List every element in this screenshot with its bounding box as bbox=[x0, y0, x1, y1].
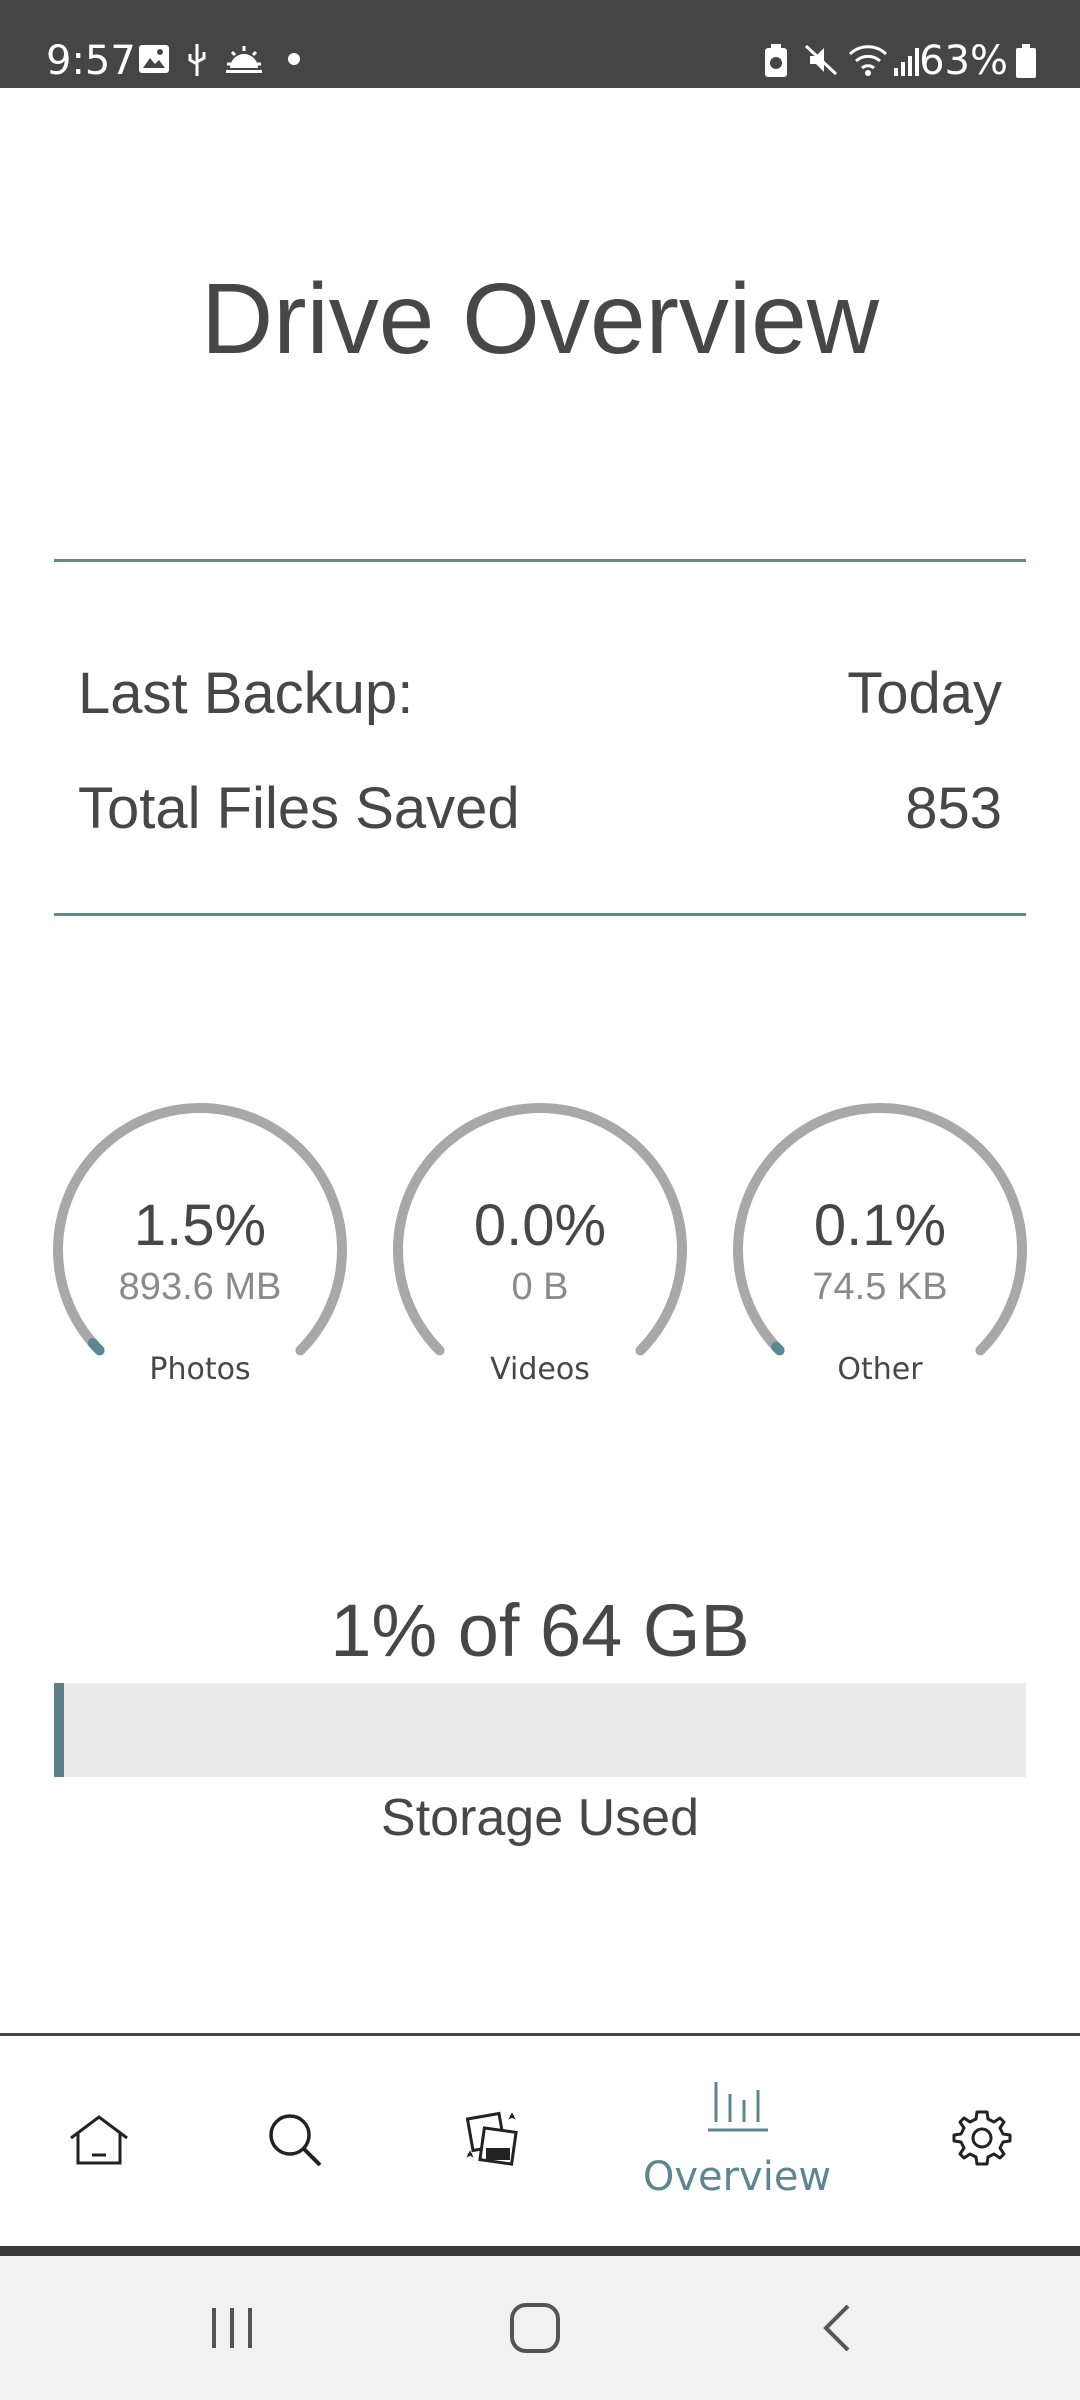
other-gauge-size: 74.5 KB bbox=[812, 1266, 948, 1308]
photos-gauge-label: Photos bbox=[149, 1352, 251, 1387]
videos-gauge: 0.0% 0 B Videos bbox=[390, 1100, 690, 1390]
bottom-divider bbox=[54, 913, 1026, 916]
battery-saver-icon bbox=[765, 44, 787, 77]
image-icon bbox=[139, 45, 169, 73]
top-divider bbox=[54, 559, 1026, 562]
gear-icon bbox=[952, 2110, 1012, 2166]
videos-gauge-percent: 0.0% bbox=[473, 1193, 607, 1258]
last-backup-label: Last Backup: bbox=[78, 661, 414, 726]
battery-icon bbox=[1016, 44, 1036, 78]
back-button[interactable] bbox=[757, 2256, 917, 2400]
photos-gauge-percent: 1.5% bbox=[133, 1193, 267, 1258]
bar-chart-icon bbox=[708, 2082, 768, 2132]
storage-summary: 1% of 64 GB bbox=[330, 1589, 750, 1672]
photos-gauge: 1.5% 893.6 MB Photos bbox=[50, 1100, 350, 1390]
home-icon bbox=[70, 2115, 128, 2165]
search-icon bbox=[269, 2114, 322, 2167]
nav-search[interactable] bbox=[196, 2036, 396, 2248]
recent-apps-icon bbox=[212, 2308, 252, 2348]
storage-progress-bar bbox=[54, 1683, 1026, 1777]
nav-settings[interactable] bbox=[882, 2036, 1080, 2248]
nav-photos[interactable] bbox=[392, 2036, 592, 2248]
home-button[interactable] bbox=[455, 2256, 615, 2400]
status-bar: 9:57 63% bbox=[0, 0, 1080, 88]
recent-apps-button[interactable] bbox=[152, 2256, 312, 2400]
mute-icon bbox=[804, 44, 838, 76]
dot-icon bbox=[288, 53, 300, 65]
usb-icon bbox=[188, 44, 206, 76]
other-gauge: 0.1% 74.5 KB Other bbox=[730, 1100, 1030, 1390]
photos-icon bbox=[465, 2111, 518, 2166]
total-files-label: Total Files Saved bbox=[78, 776, 520, 841]
storage-label: Storage Used bbox=[381, 1789, 699, 1847]
nav-overview[interactable]: Overview bbox=[612, 2036, 862, 2248]
videos-gauge-size: 0 B bbox=[511, 1266, 569, 1308]
bottom-nav: Overview bbox=[0, 2033, 1080, 2248]
other-gauge-percent: 0.1% bbox=[813, 1193, 947, 1258]
gauge-fill bbox=[87, 1338, 105, 1356]
total-files-value: 853 bbox=[905, 776, 1002, 841]
status-time: 9:57 bbox=[46, 38, 136, 84]
system-home-icon bbox=[510, 2303, 560, 2353]
videos-gauge-label: Videos bbox=[490, 1352, 590, 1387]
storage-progress-fill bbox=[54, 1683, 64, 1777]
weather-icon bbox=[226, 46, 262, 73]
nav-bottom-border bbox=[0, 2246, 1080, 2256]
page-title: Drive Overview bbox=[201, 263, 879, 375]
back-icon bbox=[823, 2304, 850, 2352]
photos-gauge-size: 893.6 MB bbox=[118, 1266, 282, 1308]
nav-home[interactable] bbox=[0, 2036, 200, 2248]
last-backup-value: Today bbox=[847, 661, 1002, 726]
battery-percentage: 63% bbox=[919, 38, 1008, 84]
gauge-fill bbox=[771, 1341, 785, 1356]
other-gauge-label: Other bbox=[837, 1352, 923, 1387]
system-nav-bar bbox=[0, 2256, 1080, 2400]
nav-overview-label: Overview bbox=[642, 2154, 832, 2200]
wifi-icon bbox=[848, 45, 888, 76]
